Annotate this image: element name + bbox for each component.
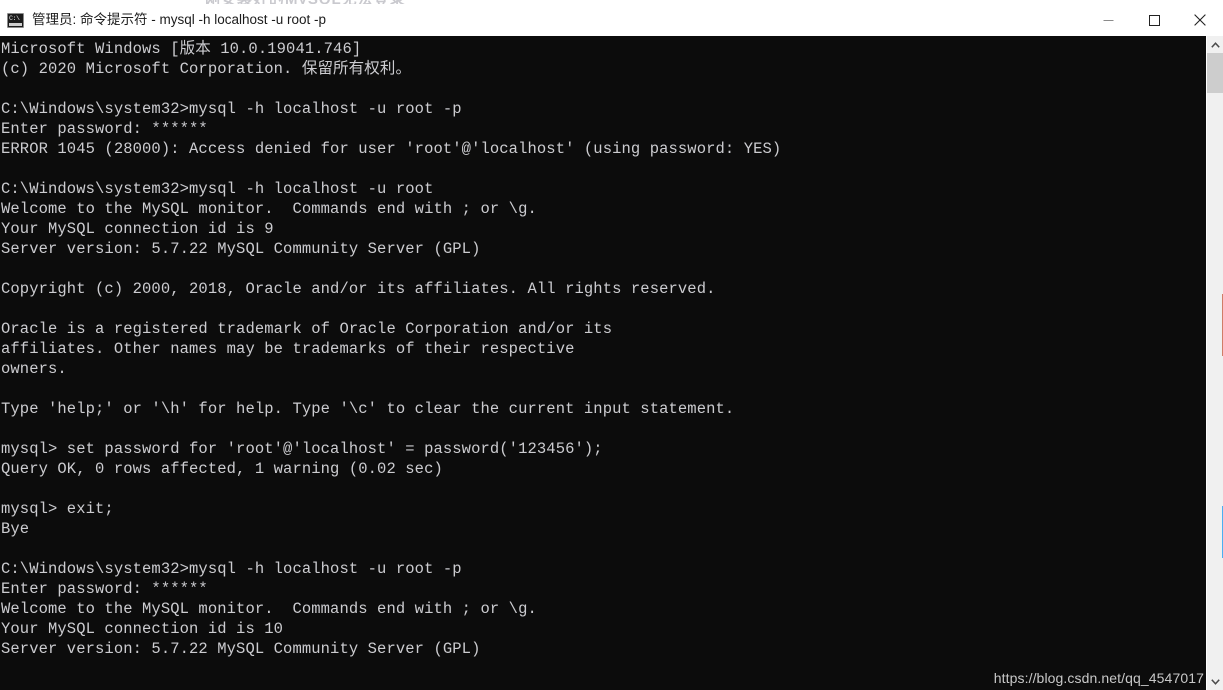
scroll-down-arrow[interactable]: [1207, 673, 1223, 690]
cmd-window-screenshot: 刚安装好的MySQL无法登录 管理员: 命令提示符 - mysql -h loc…: [0, 0, 1223, 690]
console-line: C:\Windows\system32>mysql -h localhost -…: [1, 560, 462, 578]
console-output-area[interactable]: Microsoft Windows [版本 10.0.19041.746] (c)…: [0, 36, 1206, 690]
minimize-button[interactable]: [1085, 4, 1131, 36]
console-line: Enter password: ******: [1, 120, 208, 138]
console-line: Bye: [1, 520, 30, 538]
window-titlebar[interactable]: 管理员: 命令提示符 - mysql -h localhost -u root …: [0, 4, 1223, 37]
console-line: Server version: 5.7.22 MySQL Community S…: [1, 240, 481, 258]
maximize-button[interactable]: [1131, 4, 1177, 36]
window-controls: [1085, 4, 1223, 36]
console-line: Welcome to the MySQL monitor. Commands e…: [1, 200, 537, 218]
console-text: Microsoft Windows [版本 10.0.19041.746] (c)…: [1, 39, 781, 659]
console-line: Your MySQL connection id is 9: [1, 220, 274, 238]
console-line: mysql> exit;: [1, 500, 114, 518]
scroll-thumb[interactable]: [1207, 53, 1223, 93]
vertical-scrollbar[interactable]: [1206, 36, 1223, 690]
console-line: Microsoft Windows [版本 10.0.19041.746]: [1, 40, 362, 58]
scroll-up-arrow[interactable]: [1207, 36, 1223, 53]
close-button[interactable]: [1177, 4, 1223, 36]
console-line: Query OK, 0 rows affected, 1 warning (0.…: [1, 460, 443, 478]
console-line: Oracle is a registered trademark of Orac…: [1, 320, 613, 338]
console-line: affiliates. Other names may be trademark…: [1, 340, 575, 358]
cmd-console-icon: [7, 12, 24, 28]
console-line: ERROR 1045 (28000): Access denied for us…: [1, 140, 782, 158]
window-title: 管理员: 命令提示符 - mysql -h localhost -u root …: [32, 12, 327, 27]
console-line: C:\Windows\system32>mysql -h localhost -…: [1, 100, 462, 118]
console-line: (c) 2020 Microsoft Corporation. 保留所有权利。: [1, 60, 412, 78]
console-line: Welcome to the MySQL monitor. Commands e…: [1, 600, 537, 618]
console-line: Server version: 5.7.22 MySQL Community S…: [1, 640, 481, 658]
console-line: owners.: [1, 360, 67, 378]
console-line: Copyright (c) 2000, 2018, Oracle and/or …: [1, 280, 716, 298]
console-line: Type 'help;' or '\h' for help. Type '\c'…: [1, 400, 735, 418]
console-line: Enter password: ******: [1, 580, 208, 598]
console-line: C:\Windows\system32>mysql -h localhost -…: [1, 180, 434, 198]
console-line: Your MySQL connection id is 10: [1, 620, 284, 638]
watermark-url: https://blog.csdn.net/qq_4547017: [993, 670, 1204, 686]
console-line: mysql> set password for 'root'@'localhos…: [1, 440, 603, 458]
